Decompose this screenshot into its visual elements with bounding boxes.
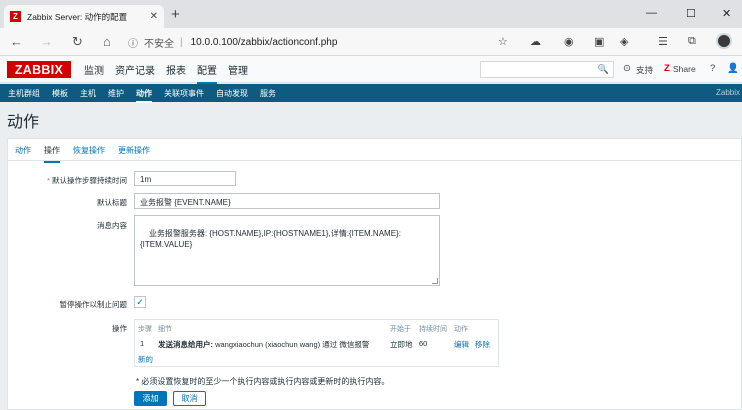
top-menu-configuration[interactable]: 配置 [197, 62, 217, 84]
operations-table: 步骤 细节 开始于 持续时间 动作 1 发送消息给用户: wangxiaochu… [134, 319, 499, 367]
search-input[interactable]: 🔍 [480, 61, 614, 78]
ops-row-detail-bold: 发送消息给用户: [158, 340, 213, 349]
top-menu-monitoring[interactable]: 监测 [84, 62, 104, 84]
page-title: 动作 [7, 114, 40, 131]
ops-header-detail: 细节 [158, 326, 172, 333]
reload-icon[interactable]: ↻ [72, 34, 83, 50]
maximize-icon[interactable]: ☐ [686, 7, 696, 20]
tab-close-icon[interactable]: ✕ [150, 11, 158, 22]
message-text: 业务报警服务器: {HOST.NAME},IP:{HOSTNAME1},详情:{… [140, 229, 401, 249]
subject-label: 默认标题 [97, 198, 127, 207]
sub-menu-services[interactable]: 服务 [260, 88, 276, 103]
address-bar: ← → ↻ ⌂ ⓘ 不安全 | 10.0.0.100/zabbix/action… [0, 28, 742, 56]
pause-label: 暂停操作以制止问题 [59, 300, 128, 309]
ops-header-action: 动作 [454, 326, 468, 333]
url-separator: | [180, 36, 183, 48]
sub-menu-host-groups[interactable]: 主机群组 [8, 88, 40, 103]
ops-row-remove-link[interactable]: 移除 [475, 339, 490, 350]
zabbix-favicon-icon: Z [10, 11, 21, 22]
add-button[interactable]: 添加 [134, 391, 167, 406]
ops-row-duration: 60 [419, 339, 428, 348]
sub-menu-discovery[interactable]: 自动发现 [216, 88, 248, 103]
ops-header-start: 开始于 [390, 326, 411, 333]
action-form-panel: 动作 操作 恢复操作 更新操作 * 默认操作步骤持续时间 1m 默认标题 业务报… [7, 138, 742, 410]
sub-menu-event-correlation[interactable]: 关联项事件 [164, 88, 204, 103]
back-icon[interactable]: ← [10, 34, 23, 49]
message-textarea[interactable]: 业务报警服务器: {HOST.NAME},IP:{HOSTNAME1},详情:{… [134, 215, 440, 286]
url-text: 10.0.0.100/zabbix/actionconf.php [190, 36, 338, 48]
ops-row-edit-link[interactable]: 编辑 [454, 339, 469, 350]
server-name: Zabbix [715, 88, 740, 97]
new-tab-icon[interactable]: + [171, 6, 180, 23]
step-duration-input[interactable]: 1m [134, 171, 236, 186]
support-link[interactable]: 支持 [636, 64, 653, 76]
search-icon[interactable]: 🔍 [598, 64, 609, 75]
cancel-button[interactable]: 取消 [173, 391, 206, 406]
top-menu-administration[interactable]: 管理 [228, 62, 248, 84]
extension-square-icon[interactable]: ▣ [594, 35, 604, 48]
required-marker: * [46, 176, 50, 185]
info-icon: ⓘ [128, 38, 138, 50]
favorite-star-icon[interactable]: ☆ [498, 35, 508, 48]
extension-cloud-icon[interactable]: ☁ [530, 35, 541, 48]
operations-label: 操作 [112, 324, 127, 333]
collections-icon[interactable]: ⧉ [688, 35, 696, 48]
sub-menu-templates[interactable]: 模板 [52, 88, 68, 103]
sub-menu-actions[interactable]: 动作 [136, 88, 152, 103]
step-duration-label: * 默认操作步骤持续时间 [47, 175, 127, 186]
share-link[interactable]: Share [673, 64, 696, 74]
browser-tab[interactable]: Z Zabbix Server: 动作的配置 ✕ [4, 5, 164, 28]
extension-owl-icon[interactable]: ◉ [564, 35, 574, 48]
step-duration-label-text: 默认操作步骤持续时间 [52, 176, 127, 185]
required-note: * 必须设置恢复时的至少一个执行内容或执行内容或更新时的执行内容。 [136, 377, 390, 386]
top-menu: 监测 资产记录 报表 配置 管理 [84, 62, 248, 84]
ops-header-step: 步骤 [138, 326, 152, 333]
help-icon[interactable]: ? [710, 63, 715, 74]
profile-avatar[interactable] [716, 33, 732, 49]
ops-header-duration: 持续时间 [419, 326, 447, 333]
tab-title: Zabbix Server: 动作的配置 [27, 11, 128, 22]
forward-icon[interactable]: → [40, 34, 53, 49]
translate-icon[interactable]: ◈ [620, 35, 628, 48]
message-label: 消息内容 [97, 221, 127, 230]
favorites-list-icon[interactable]: ☰ [658, 35, 668, 48]
subject-input[interactable]: 业务报警 {EVENT.NAME} [134, 193, 440, 209]
top-menu-reports[interactable]: 报表 [166, 62, 186, 84]
pause-checkbox[interactable]: ✓ [134, 296, 146, 308]
sub-menu-maintenance[interactable]: 维护 [108, 88, 124, 103]
ops-row-detail: 发送消息给用户: wangxiaochun (xiaochun wang) 通过… [158, 339, 369, 350]
ops-row-step: 1 [140, 339, 145, 348]
zabbix-header: ZABBIX 监测 资产记录 报表 配置 管理 🔍 ⊙ 支持 Z Share ?… [0, 56, 742, 84]
top-menu-inventory[interactable]: 资产记录 [115, 62, 155, 84]
tab-divider [8, 160, 742, 161]
window-close-icon[interactable]: ✕ [722, 7, 731, 20]
sub-menu: 主机群组 模板 主机 维护 动作 关联项事件 自动发现 服务 Zabbix [0, 84, 742, 103]
zabbix-logo[interactable]: ZABBIX [7, 61, 71, 78]
ops-row-detail-rest: wangxiaochun (xiaochun wang) 通过 微信报警 [213, 340, 370, 349]
support-icon: ⊙ [623, 63, 631, 74]
user-profile-icon[interactable]: 👤 [727, 63, 739, 74]
minimize-icon[interactable]: — [646, 7, 657, 19]
home-icon[interactable]: ⌂ [103, 34, 111, 49]
new-operation-link[interactable]: 新的 [138, 354, 153, 365]
url-field[interactable]: ⓘ 不安全 | 10.0.0.100/zabbix/actionconf.php [128, 32, 520, 52]
share-icon: Z [664, 63, 670, 74]
resize-handle-icon[interactable] [432, 278, 438, 284]
sub-menu-hosts[interactable]: 主机 [80, 88, 96, 103]
ops-row-start: 立即地 [390, 340, 413, 349]
insecure-label: 不安全 [144, 38, 174, 50]
browser-tab-bar: Z Zabbix Server: 动作的配置 ✕ + — ☐ ✕ [0, 0, 742, 28]
